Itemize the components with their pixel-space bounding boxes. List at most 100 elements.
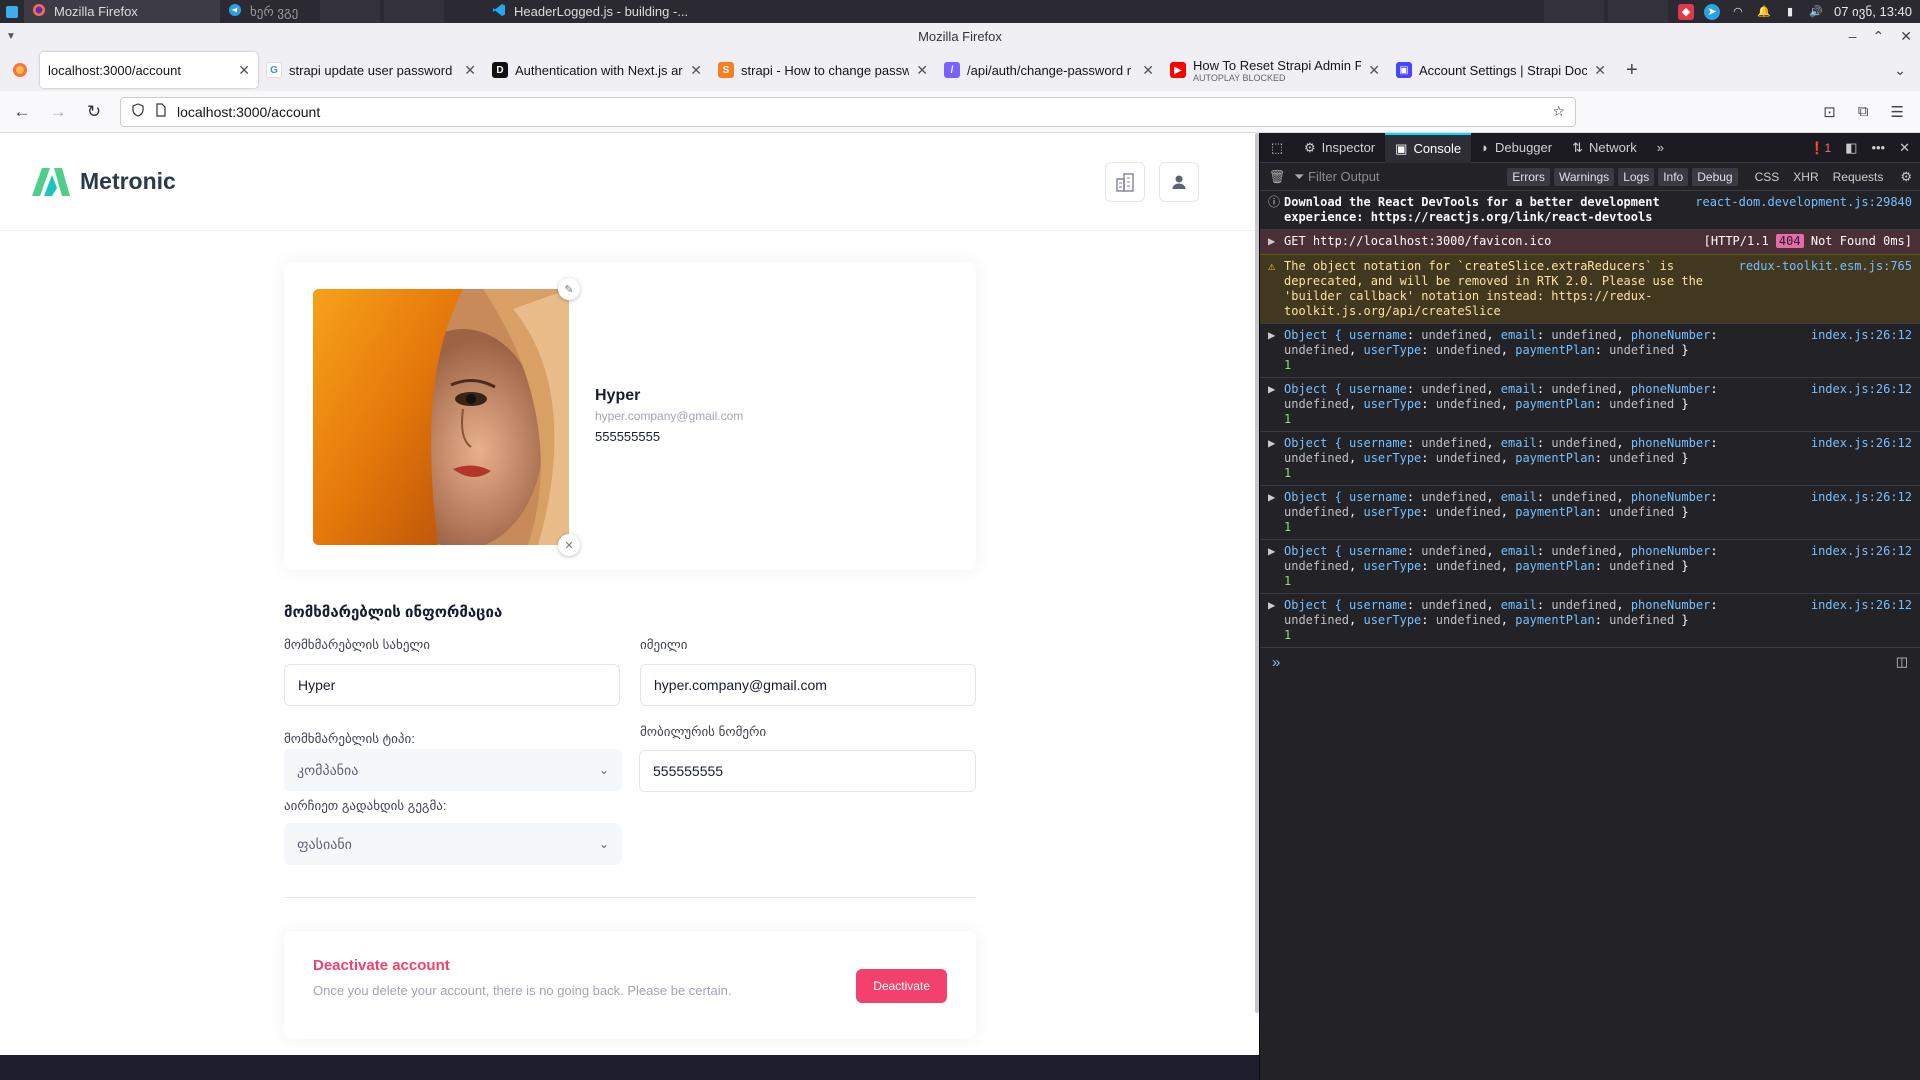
taskbar-item-telegram[interactable]: ხერ ვგე [220,0,310,23]
hamburger-menu-icon[interactable]: ☰ [1891,103,1904,121]
console-input[interactable]: » ◫ [1260,648,1920,677]
close-tab-icon[interactable]: ✕ [1368,62,1380,79]
clear-console-icon[interactable]: 🗑 [1260,169,1294,185]
url-bar[interactable]: localhost:3000/account ☆ [120,96,1576,127]
taskbar-item-firefox[interactable]: Mozilla Firefox [24,0,220,23]
url-text[interactable]: localhost:3000/account [177,104,1542,120]
message-source-link[interactable]: index.js:26:12 [1811,328,1912,373]
expand-arrow-icon[interactable]: ▶ [1268,382,1284,427]
close-tab-icon[interactable]: ✕ [916,62,928,79]
dock-icon[interactable]: ◧ [1845,140,1857,156]
close-devtools-icon[interactable]: ✕ [1899,140,1910,156]
volume-icon[interactable]: 🔊 [1808,4,1824,20]
tab-google-search[interactable]: G strapi update user password ✕ [258,52,484,88]
filter-output-input[interactable]: Filter Output [1308,169,1507,184]
filter-css-button[interactable]: CSS [1750,168,1785,186]
filter-info-button[interactable]: Info [1658,167,1689,186]
console-object-log[interactable]: ▶ Object { username: undefined, email: un… [1260,486,1920,540]
message-source-link[interactable]: index.js:26:12 [1811,598,1912,643]
app-launcher-icon[interactable] [0,0,24,23]
usertype-select[interactable]: კომპანია ⌄ [284,749,622,791]
window-menu-icon[interactable]: ▼ [6,31,16,42]
close-tab-icon[interactable]: ✕ [1594,62,1606,79]
forward-arrow-icon[interactable]: → [40,102,76,122]
error-count-badge[interactable]: ❗1 [1810,141,1832,155]
tab-youtube[interactable]: ▶ How To Reset Strapi Admin P AUTOPLAY BL… [1162,52,1388,88]
tab-strapi-docs[interactable]: ▣ Account Settings | Strapi Doc ✕ [1388,52,1614,88]
object-preview: Object { username: undefined, email: und… [1284,382,1718,426]
filter-xhr-button[interactable]: XHR [1788,168,1823,186]
new-tab-button[interactable]: + [1614,59,1650,82]
plan-select[interactable]: ფასიანი ⌄ [284,823,622,865]
company-button[interactable] [1105,161,1145,202]
expand-arrow-icon[interactable]: ▶ [1268,234,1284,249]
message-source-link[interactable]: index.js:26:12 [1811,436,1912,481]
filter-requests-button[interactable]: Requests [1828,168,1889,186]
tab-debugger[interactable]: ◗ Debugger [1471,133,1562,163]
message-source-link[interactable]: react-dom.development.js:29840 [1695,195,1912,225]
console-object-log[interactable]: ▶ Object { username: undefined, email: un… [1260,324,1920,378]
clock[interactable]: 07 ივნ, 13:40 [1834,4,1912,20]
close-tab-icon[interactable]: ✕ [1142,62,1154,79]
firefox-view-icon[interactable] [0,62,40,78]
close-tab-icon[interactable]: ✕ [690,62,702,79]
tab-inspector[interactable]: ⚙ Inspector [1294,133,1385,163]
filter-errors-button[interactable]: Errors [1507,167,1550,186]
bookmark-star-icon[interactable]: ☆ [1552,103,1565,120]
close-tab-icon[interactable]: ✕ [464,62,476,79]
bell-icon[interactable]: 🔔 [1756,4,1772,20]
brave-icon[interactable]: ◆ [1677,3,1694,20]
minimize-icon[interactable]: – [1849,28,1857,45]
more-tools-icon[interactable]: » [1647,133,1674,163]
filter-warnings-button[interactable]: Warnings [1553,167,1615,186]
console-object-log[interactable]: ▶ Object { username: undefined, email: un… [1260,432,1920,486]
extensions-icon[interactable]: ⧉ [1858,103,1869,121]
taskbar-item-vscode[interactable]: HeaderLogged.js - building -... [484,0,714,23]
shield-icon[interactable] [131,103,145,120]
user-menu-button[interactable] [1159,161,1199,202]
tab-localhost-account[interactable]: localhost:3000/account ✕ [40,52,258,88]
expand-arrow-icon[interactable]: ▶ [1268,328,1284,373]
tab-stackoverflow[interactable]: S strapi - How to change passw ✕ [710,52,936,88]
console-message-error[interactable]: ▶ GET http://localhost:3000/favicon.ico … [1260,230,1920,254]
expand-arrow-icon[interactable]: ▶ [1268,436,1284,481]
filter-logs-button[interactable]: Logs [1618,167,1655,186]
username-input[interactable]: Hyper [284,664,620,706]
expand-arrow-icon[interactable]: ▶ [1268,598,1284,643]
pocket-icon[interactable]: ⊡ [1823,103,1836,121]
console-settings-icon[interactable]: ⚙ [1892,169,1920,185]
tab-console[interactable]: ▣ Console [1385,132,1472,163]
filter-debug-button[interactable]: Debug [1692,167,1738,186]
wifi-icon[interactable]: ◠ [1730,4,1746,20]
phone-input[interactable]: 555555555 [639,750,976,792]
tab-nextjs-auth[interactable]: D Authentication with Next.js ar ✕ [484,52,710,88]
tab-change-password-api[interactable]: / /api/auth/change-password r ✕ [936,52,1162,88]
more-options-icon[interactable]: ••• [1871,140,1885,155]
split-editor-icon[interactable]: ◫ [1896,654,1908,671]
console-object-log[interactable]: ▶ Object { username: undefined, email: un… [1260,594,1920,648]
telegram-tray-icon[interactable]: ➤ [1703,3,1720,20]
message-source-link[interactable]: redux-toolkit.esm.js:765 [1739,259,1912,319]
pencil-icon[interactable]: ✎ [558,278,580,300]
message-source-link[interactable]: index.js:26:12 [1811,490,1912,535]
close-window-icon[interactable]: ✕ [1900,28,1912,45]
email-input[interactable]: hyper.company@gmail.com [640,664,976,706]
deactivate-button[interactable]: Deactivate [856,969,947,1003]
element-picker-icon[interactable]: ⬚ [1260,140,1294,156]
back-arrow-icon[interactable]: ← [4,102,40,122]
reload-icon[interactable]: ↻ [76,102,112,122]
battery-icon[interactable]: ▮ [1782,4,1798,20]
message-source-link[interactable]: index.js:26:12 [1811,382,1912,427]
close-tab-icon[interactable]: ✕ [238,62,250,79]
console-object-log[interactable]: ▶ Object { username: undefined, email: un… [1260,378,1920,432]
app-logo[interactable]: Metronic [30,167,176,197]
expand-arrow-icon[interactable]: ▶ [1268,490,1284,535]
tab-network[interactable]: ⇅ Network [1562,133,1647,163]
remove-photo-icon[interactable]: ✕ [558,534,580,556]
console-object-log[interactable]: ▶ Object { username: undefined, email: un… [1260,540,1920,594]
list-all-tabs-icon[interactable]: ⌄ [1894,62,1920,79]
maximize-icon[interactable]: ⌃ [1873,28,1885,45]
expand-arrow-icon[interactable]: ▶ [1268,544,1284,589]
message-source-link[interactable]: index.js:26:12 [1811,544,1912,589]
page-info-icon[interactable] [155,103,167,120]
